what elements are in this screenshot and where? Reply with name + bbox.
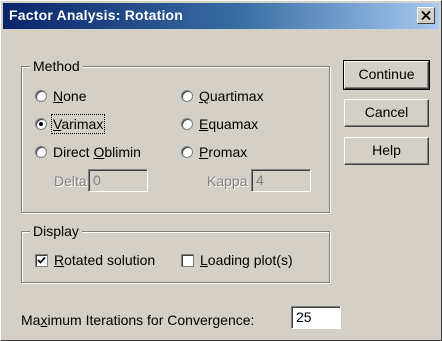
radio-none-indicator[interactable] — [35, 90, 47, 102]
display-legend: Display — [30, 223, 82, 239]
radio-promax[interactable]: Promax — [181, 143, 247, 161]
title-bar[interactable]: Factor Analysis: Rotation — [3, 3, 439, 29]
radio-quartimax[interactable]: Quartimax — [181, 87, 264, 105]
help-button[interactable]: Help — [344, 137, 429, 165]
radio-varimax[interactable]: Varimax — [35, 114, 106, 134]
radio-direct-oblimin[interactable]: Direct Oblimin — [35, 143, 141, 161]
checkmark-icon — [37, 256, 46, 264]
rotation-dialog: Factor Analysis: Rotation Method None Va… — [0, 0, 442, 341]
iterations-input[interactable]: 25 — [291, 306, 341, 329]
method-legend: Method — [30, 58, 83, 74]
loading-plots-checkbox[interactable] — [181, 253, 194, 267]
loading-plots-label: Loading plot(s) — [200, 252, 293, 268]
delta-label: Delta: — [54, 173, 91, 189]
kappa-field[interactable]: 4 — [251, 169, 311, 192]
rotated-solution-checkbox[interactable] — [35, 253, 48, 267]
rotated-solution-label: Rotated solution — [54, 252, 156, 268]
radio-promax-indicator[interactable] — [181, 146, 193, 158]
window-title: Factor Analysis: Rotation — [9, 7, 184, 23]
delta-field[interactable]: 0 — [88, 169, 148, 192]
radio-varimax-label: Varimax — [50, 114, 106, 134]
radio-equamax-indicator[interactable] — [181, 118, 193, 130]
radio-direct-oblimin-label: Direct Oblimin — [53, 144, 141, 160]
radio-direct-oblimin-indicator[interactable] — [35, 146, 47, 158]
kappa-label: Kappa — [207, 173, 248, 189]
radio-none[interactable]: None — [35, 87, 86, 105]
radio-quartimax-label: Quartimax — [199, 88, 264, 104]
radio-equamax-label: Equamax — [199, 116, 259, 132]
radio-equamax[interactable]: Equamax — [181, 115, 258, 133]
close-button[interactable] — [417, 7, 435, 24]
close-icon — [421, 11, 431, 20]
checkbox-loading-plots[interactable]: Loading plot(s) — [181, 251, 293, 269]
radio-varimax-indicator[interactable] — [35, 118, 47, 130]
cancel-button[interactable]: Cancel — [344, 99, 429, 127]
radio-promax-label: Promax — [199, 144, 248, 160]
checkbox-rotated-solution[interactable]: Rotated solution — [35, 251, 155, 269]
continue-button[interactable]: Continue — [343, 60, 430, 90]
iterations-label: Maximum Iterations for Convergence: — [21, 312, 255, 328]
radio-none-label: None — [53, 88, 87, 104]
radio-quartimax-indicator[interactable] — [181, 90, 193, 102]
